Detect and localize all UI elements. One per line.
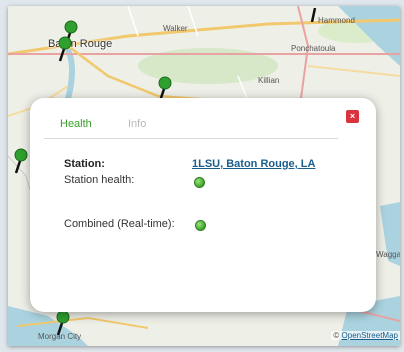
station-health-status-icon xyxy=(194,177,205,188)
map-label-hammond: Hammond xyxy=(318,16,355,25)
station-marker-pin[interactable] xyxy=(308,8,322,22)
attribution-link[interactable]: OpenStreetMap xyxy=(342,331,398,340)
combined-realtime-label: Combined (Real-time): xyxy=(64,218,175,230)
station-link[interactable]: 1LSU, Baton Rouge, LA xyxy=(192,158,315,170)
popup-tabs: Health Info xyxy=(44,116,338,139)
map-label-waggaman: Wagga xyxy=(376,250,400,259)
close-button[interactable]: × xyxy=(346,110,359,123)
attribution-symbol: © xyxy=(333,331,340,340)
station-popup: Health Info × Station: 1LSU, Baton Rouge… xyxy=(30,98,376,312)
map-attribution: © OpenStreetMap xyxy=(331,331,400,340)
station-marker-pin[interactable] xyxy=(58,36,72,62)
map-label-ponchatoula: Ponchatoula xyxy=(291,44,336,53)
map-label-walker: Walker xyxy=(163,24,188,33)
combined-realtime-status-icon xyxy=(195,220,206,231)
tab-info[interactable]: Info xyxy=(128,118,146,130)
station-label: Station: xyxy=(64,158,105,170)
map-label-killian: Killian xyxy=(258,76,280,85)
tab-health[interactable]: Health xyxy=(60,118,92,130)
station-marker-pin[interactable] xyxy=(14,148,28,174)
station-marker-pin[interactable] xyxy=(56,310,70,336)
map-viewport[interactable]: Baton Rouge Walker Hammond Ponchatoula K… xyxy=(8,6,400,346)
close-icon: × xyxy=(349,111,356,121)
station-health-label: Station health: xyxy=(64,174,135,186)
